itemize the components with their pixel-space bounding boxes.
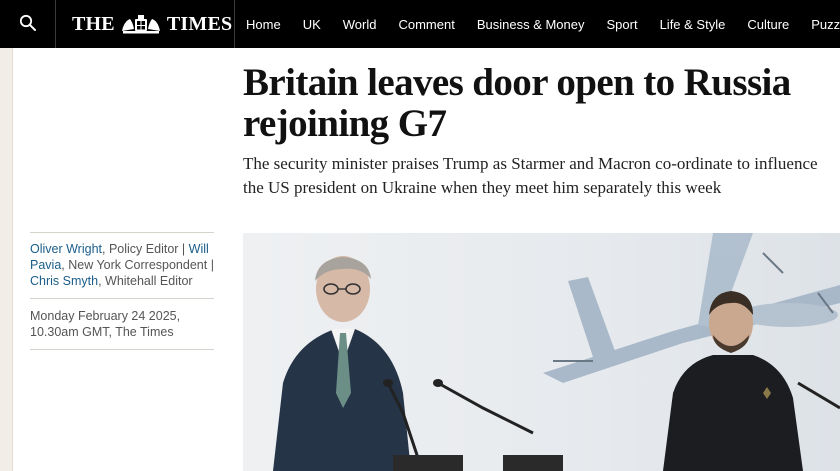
section-nav: Home UK World Comment Business & Money S… xyxy=(235,0,840,48)
nav-item-business-money[interactable]: Business & Money xyxy=(466,17,596,32)
times-logo[interactable]: THE TIMES xyxy=(72,12,232,36)
author-role: Policy Editor xyxy=(108,242,179,256)
nav-item-culture[interactable]: Culture xyxy=(736,17,800,32)
logo-word-right: TIMES xyxy=(166,12,233,35)
article-dateline: Monday February 24 2025, 10.30am GMT, Th… xyxy=(30,309,181,339)
royal-crest-icon xyxy=(121,15,160,34)
byline-bottom-rule xyxy=(30,349,214,350)
page-left-border xyxy=(12,48,13,471)
article-hero-image xyxy=(243,233,840,471)
article-byline: Oliver Wright, Policy Editor | Will Pavi… xyxy=(30,242,214,288)
author-role: Whitehall Editor xyxy=(105,274,193,288)
top-navigation-bar: THE TIMES Home UK World Comment Business… xyxy=(0,0,840,48)
nav-item-home[interactable]: Home xyxy=(235,17,292,32)
author-role: New York Correspondent xyxy=(68,258,208,272)
speaker-left xyxy=(273,256,411,471)
article-standfirst: The security minister praises Trump as S… xyxy=(243,154,818,197)
byline-top-rule xyxy=(30,232,214,233)
logo-word-left: THE xyxy=(72,12,115,35)
nav-item-uk[interactable]: UK xyxy=(292,17,332,32)
hero-photo-illustration xyxy=(273,233,840,471)
article-headline: Britain leaves door open to Russia rejoi… xyxy=(243,61,791,145)
nav-item-sport[interactable]: Sport xyxy=(596,17,649,32)
nav-item-life-style[interactable]: Life & Style xyxy=(649,17,737,32)
nav-item-comment[interactable]: Comment xyxy=(387,17,465,32)
search-button[interactable] xyxy=(0,0,56,48)
microphones xyxy=(386,381,534,459)
author-link-chris-smyth[interactable]: Chris Smyth xyxy=(30,274,98,288)
nav-item-puzzles[interactable]: Puzzles xyxy=(800,17,840,32)
search-icon xyxy=(19,14,36,31)
byline-middle-rule xyxy=(30,298,214,299)
author-link-oliver-wright[interactable]: Oliver Wright xyxy=(30,242,102,256)
page-left-gutter xyxy=(0,48,12,471)
nav-item-world[interactable]: World xyxy=(332,17,388,32)
